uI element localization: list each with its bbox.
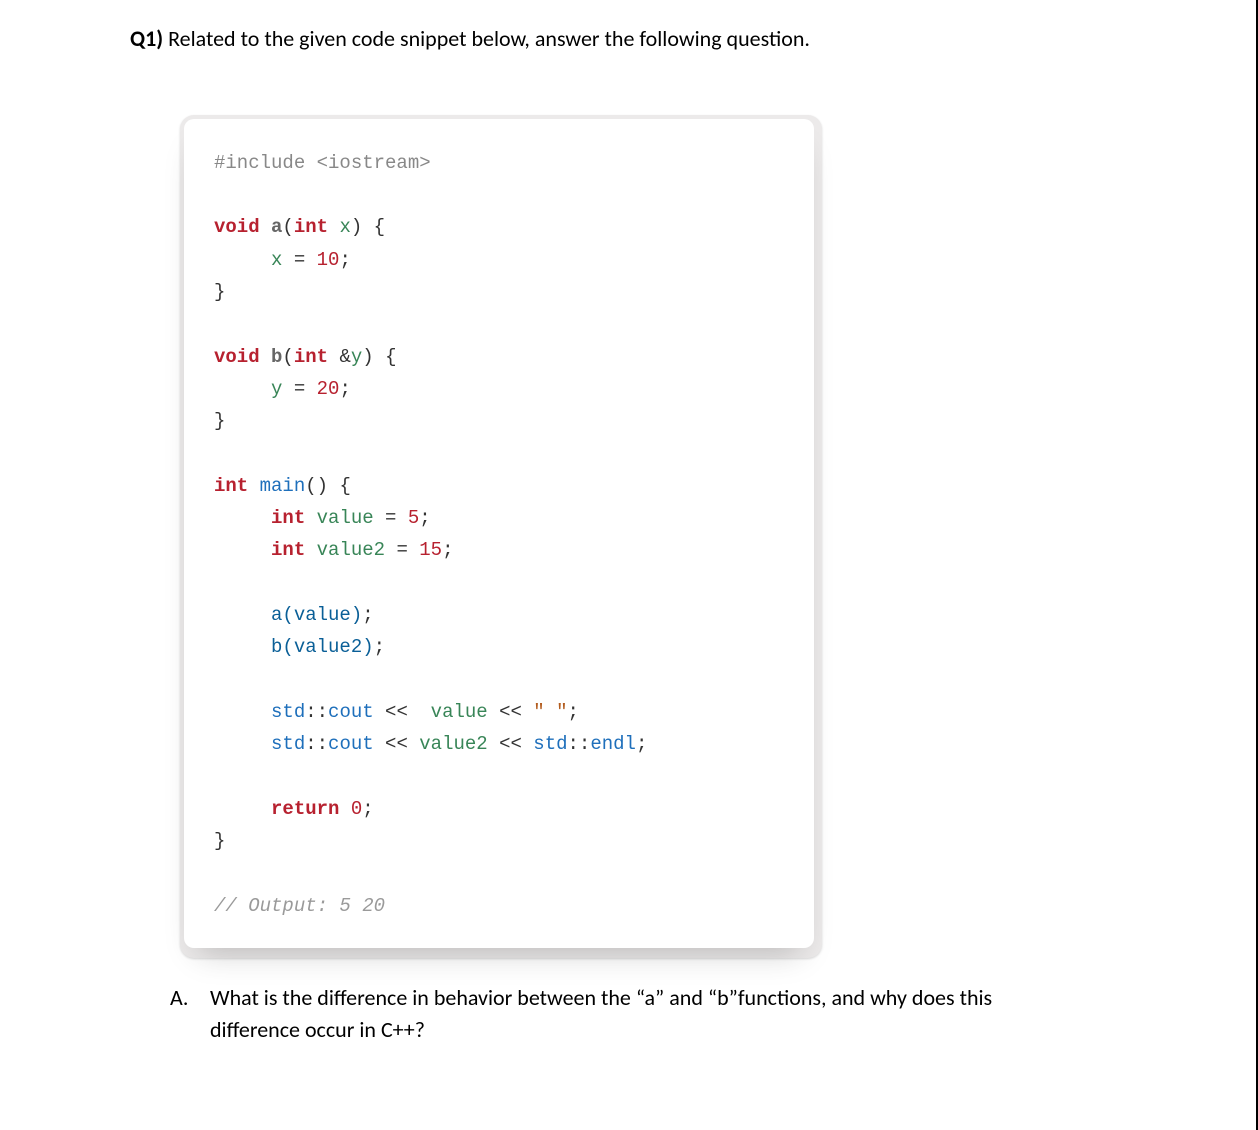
code-zero: 0 — [351, 798, 362, 820]
code-amp: & — [339, 346, 350, 368]
code-arg-value2: (value2) — [282, 636, 373, 658]
code-call-b: b — [271, 636, 282, 658]
code-semi: ; — [419, 507, 430, 529]
code-output-comment: // Output: 5 20 — [214, 895, 385, 917]
code-op: << — [488, 733, 534, 755]
sub-question: A. What is the difference in behavior be… — [170, 982, 1000, 1046]
code-eq: = — [282, 378, 316, 400]
code-var-x: x — [271, 249, 282, 271]
code-type-int: int — [214, 475, 248, 497]
code-eq: = — [282, 249, 316, 271]
sub-question-letter: A. — [170, 982, 196, 1014]
code-scope: :: — [305, 701, 328, 723]
code-param-x: x — [339, 216, 350, 238]
code-card-wrapper: #include <iostream> void a(int x) { x = … — [180, 115, 822, 958]
code-var-value: value — [317, 507, 374, 529]
code-semi: ; — [568, 701, 579, 723]
code-semi: ; — [636, 733, 647, 755]
code-semi: ; — [442, 539, 453, 561]
code-op: << — [488, 701, 534, 723]
code-paren: ( — [282, 216, 293, 238]
code-semi: ; — [339, 378, 350, 400]
code-eq: = — [385, 539, 419, 561]
code-param-y: y — [351, 346, 362, 368]
code-op: << — [374, 733, 420, 755]
question-prompt: Related to the given code snippet below,… — [168, 25, 810, 52]
document-page: Q1) Related to the given code snippet be… — [0, 0, 1258, 1130]
code-ns-std: std — [533, 733, 567, 755]
code-keyword-void: void — [214, 346, 260, 368]
question-number: Q1) — [130, 25, 163, 52]
code-cout: cout — [328, 733, 374, 755]
code-block: #include <iostream> void a(int x) { x = … — [214, 147, 784, 922]
sub-question-text: What is the difference in behavior betwe… — [210, 982, 1000, 1046]
code-fn-main: main — [260, 475, 306, 497]
code-scope: :: — [568, 733, 591, 755]
code-brace: } — [214, 281, 225, 303]
code-type-int: int — [271, 539, 305, 561]
code-num-20: 20 — [317, 378, 340, 400]
code-str-space: " " — [533, 701, 567, 723]
code-num-15: 15 — [419, 539, 442, 561]
code-eq: = — [374, 507, 408, 529]
code-type-int: int — [294, 346, 328, 368]
code-var-y: y — [271, 378, 282, 400]
code-fn-a: a — [271, 216, 282, 238]
code-value2: value2 — [419, 733, 487, 755]
code-sig: () { — [305, 475, 351, 497]
question-header: Q1) Related to the given code snippet be… — [130, 24, 1116, 55]
code-fn-b: b — [271, 346, 282, 368]
code-paren: ( — [282, 346, 293, 368]
code-cout: cout — [328, 701, 374, 723]
code-brace: } — [214, 830, 225, 852]
code-scope: :: — [305, 733, 328, 755]
code-card: #include <iostream> void a(int x) { x = … — [184, 119, 814, 948]
code-var-value2: value2 — [317, 539, 385, 561]
code-op: << — [374, 701, 420, 723]
code-type-int: int — [294, 216, 328, 238]
code-semi: ; — [362, 604, 373, 626]
code-semi: ; — [362, 798, 373, 820]
code-ns-std: std — [271, 701, 305, 723]
code-semi: ; — [374, 636, 385, 658]
code-num-5: 5 — [408, 507, 419, 529]
code-semi: ; — [339, 249, 350, 271]
code-keyword-void: void — [214, 216, 260, 238]
code-call-a: a — [271, 604, 282, 626]
code-sig-close: ) { — [362, 346, 396, 368]
code-sig-close: ) { — [351, 216, 385, 238]
code-preprocessor: #include <iostream> — [214, 152, 431, 174]
code-brace: } — [214, 410, 225, 432]
code-type-int: int — [271, 507, 305, 529]
code-endl: endl — [590, 733, 636, 755]
code-ns-std: std — [271, 733, 305, 755]
code-num-10: 10 — [317, 249, 340, 271]
code-value: value — [431, 701, 488, 723]
code-return: return — [271, 798, 339, 820]
code-arg-value: (value) — [282, 604, 362, 626]
